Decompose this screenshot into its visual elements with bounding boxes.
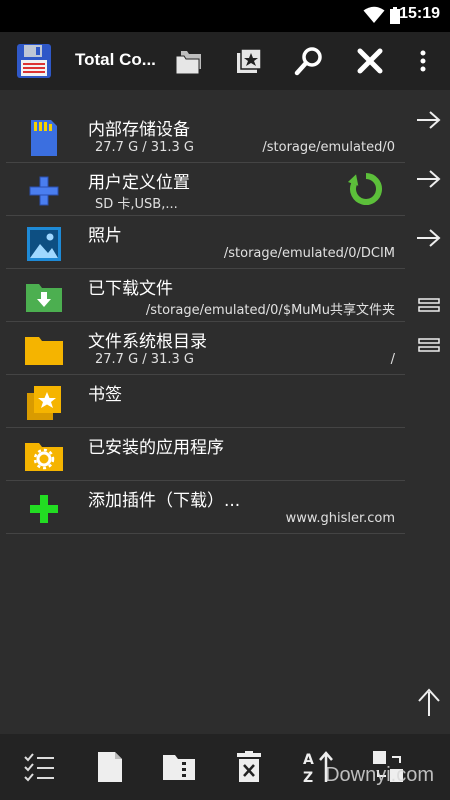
delete-button[interactable] bbox=[232, 750, 266, 784]
item-label: 内部存储设备 bbox=[88, 120, 190, 140]
sdcard-icon bbox=[24, 118, 64, 158]
status-time: 15:19 bbox=[399, 5, 440, 22]
storage-list-panel: 内部存储设备 27.7 G / 31.3 G /storage/emulated… bbox=[0, 90, 450, 734]
zip-folder-icon bbox=[163, 755, 195, 780]
item-path: www.ghisler.com bbox=[285, 511, 395, 526]
arrow-right-icon bbox=[417, 229, 441, 247]
search-icon bbox=[294, 47, 322, 76]
list-item-add-plugin[interactable]: 添加插件（下载）... www.ghisler.com bbox=[6, 481, 405, 534]
app-title: Total Co... bbox=[75, 50, 156, 69]
new-file-icon bbox=[98, 752, 122, 782]
side-equals-button-1[interactable] bbox=[414, 292, 444, 318]
new-file-button[interactable] bbox=[93, 750, 127, 784]
arrow-up-icon[interactable] bbox=[416, 687, 442, 717]
select-list-icon bbox=[24, 753, 54, 782]
apps-folder-icon bbox=[24, 436, 64, 476]
plus-blue-icon bbox=[24, 171, 64, 211]
status-bar: 15:19 bbox=[0, 0, 450, 32]
item-size: SD 卡,USB,... bbox=[95, 197, 178, 212]
item-label: 添加插件（下载）... bbox=[88, 491, 241, 511]
close-button[interactable] bbox=[351, 42, 389, 80]
item-label: 照片 bbox=[88, 226, 122, 246]
item-label: 书签 bbox=[88, 385, 122, 405]
item-size: 27.7 G / 31.3 G bbox=[95, 352, 194, 367]
list-item-installed-apps[interactable]: 已安装的应用程序 bbox=[6, 428, 405, 481]
bookmark-folder-icon bbox=[24, 383, 64, 423]
zip-button[interactable] bbox=[162, 750, 196, 784]
watermark: Downyi.com bbox=[325, 764, 434, 786]
svg-text:A: A bbox=[303, 752, 314, 768]
close-icon bbox=[357, 48, 383, 74]
list-item-bookmarks[interactable]: 书签 bbox=[6, 375, 405, 428]
storage-list: 内部存储设备 27.7 G / 31.3 G /storage/emulated… bbox=[0, 110, 405, 534]
item-label: 文件系统根目录 bbox=[88, 332, 207, 352]
equals-icon bbox=[418, 338, 440, 352]
folders-button[interactable] bbox=[170, 42, 208, 80]
item-size: 27.7 G / 31.3 G bbox=[95, 140, 194, 155]
side-arrow-button-2[interactable] bbox=[414, 166, 444, 192]
side-arrow-button-1[interactable] bbox=[414, 107, 444, 133]
search-button[interactable] bbox=[290, 42, 328, 80]
item-label: 已安装的应用程序 bbox=[88, 438, 224, 458]
list-item-photos[interactable]: 照片 /storage/emulated/0/DCIM bbox=[6, 216, 405, 269]
select-button[interactable] bbox=[22, 750, 56, 784]
item-label: 已下载文件 bbox=[88, 279, 173, 299]
delete-icon bbox=[237, 751, 261, 782]
wifi-icon bbox=[363, 6, 385, 23]
toolbar: Total Co... bbox=[0, 32, 450, 90]
refresh-icon[interactable] bbox=[347, 170, 385, 208]
item-path: /storage/emulated/0 bbox=[262, 140, 395, 155]
side-arrow-button-3[interactable] bbox=[414, 225, 444, 251]
folders-icon bbox=[175, 51, 201, 75]
photo-icon bbox=[24, 224, 64, 264]
item-label: 用户定义位置 bbox=[88, 173, 190, 193]
arrow-right-icon bbox=[417, 111, 441, 129]
plus-green-icon bbox=[24, 489, 64, 529]
list-item-internal-storage[interactable]: 内部存储设备 27.7 G / 31.3 G /storage/emulated… bbox=[6, 110, 405, 163]
side-equals-button-2[interactable] bbox=[414, 332, 444, 358]
item-path: /storage/emulated/0/DCIM bbox=[223, 246, 395, 261]
folder-icon bbox=[24, 330, 64, 370]
bookmark-icon bbox=[237, 48, 262, 73]
more-vert-icon bbox=[420, 50, 426, 72]
arrow-right-icon bbox=[417, 170, 441, 188]
bottom-toolbar: A Z Downyi.com bbox=[0, 734, 450, 800]
item-path: / bbox=[390, 352, 395, 367]
list-item-custom-location[interactable]: 用户定义位置 SD 卡,USB,... bbox=[6, 163, 405, 216]
floppy-disk-icon[interactable] bbox=[16, 43, 52, 79]
download-folder-icon bbox=[24, 277, 64, 317]
equals-icon bbox=[418, 298, 440, 312]
more-options-button[interactable] bbox=[403, 42, 443, 80]
bookmark-button[interactable] bbox=[230, 42, 268, 80]
svg-text:Z: Z bbox=[303, 770, 313, 784]
list-item-root[interactable]: 文件系统根目录 27.7 G / 31.3 G / bbox=[6, 322, 405, 375]
list-item-downloads[interactable]: 已下载文件 /storage/emulated/0/$MuMu共享文件夹 bbox=[6, 269, 405, 322]
item-path: /storage/emulated/0/$MuMu共享文件夹 bbox=[145, 303, 395, 318]
